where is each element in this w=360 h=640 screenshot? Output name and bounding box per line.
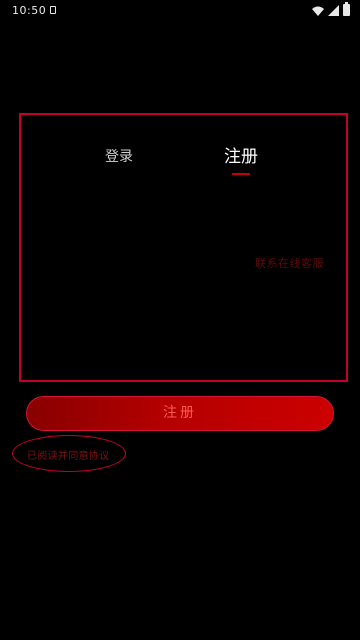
agreement-label: 已阅读并同意协议 [27, 451, 110, 462]
battery-icon [343, 2, 350, 16]
contact-link[interactable]: 联系在线客服 [255, 255, 324, 271]
notification-icon [50, 6, 56, 14]
signal-icon [328, 5, 339, 16]
wifi-icon [312, 6, 324, 16]
status-time: 10:50 [12, 4, 47, 17]
status-bar: 10:50 [0, 0, 360, 24]
auth-card: 登录 注册 联系在线客服 [19, 113, 348, 382]
tab-active-indicator [232, 173, 250, 175]
agreement-link[interactable]: 已阅读并同意协议 [12, 435, 126, 472]
register-button[interactable]: 注册 [26, 396, 334, 431]
tab-register[interactable]: 注册 [211, 147, 271, 167]
tab-login[interactable]: 登录 [89, 147, 149, 167]
